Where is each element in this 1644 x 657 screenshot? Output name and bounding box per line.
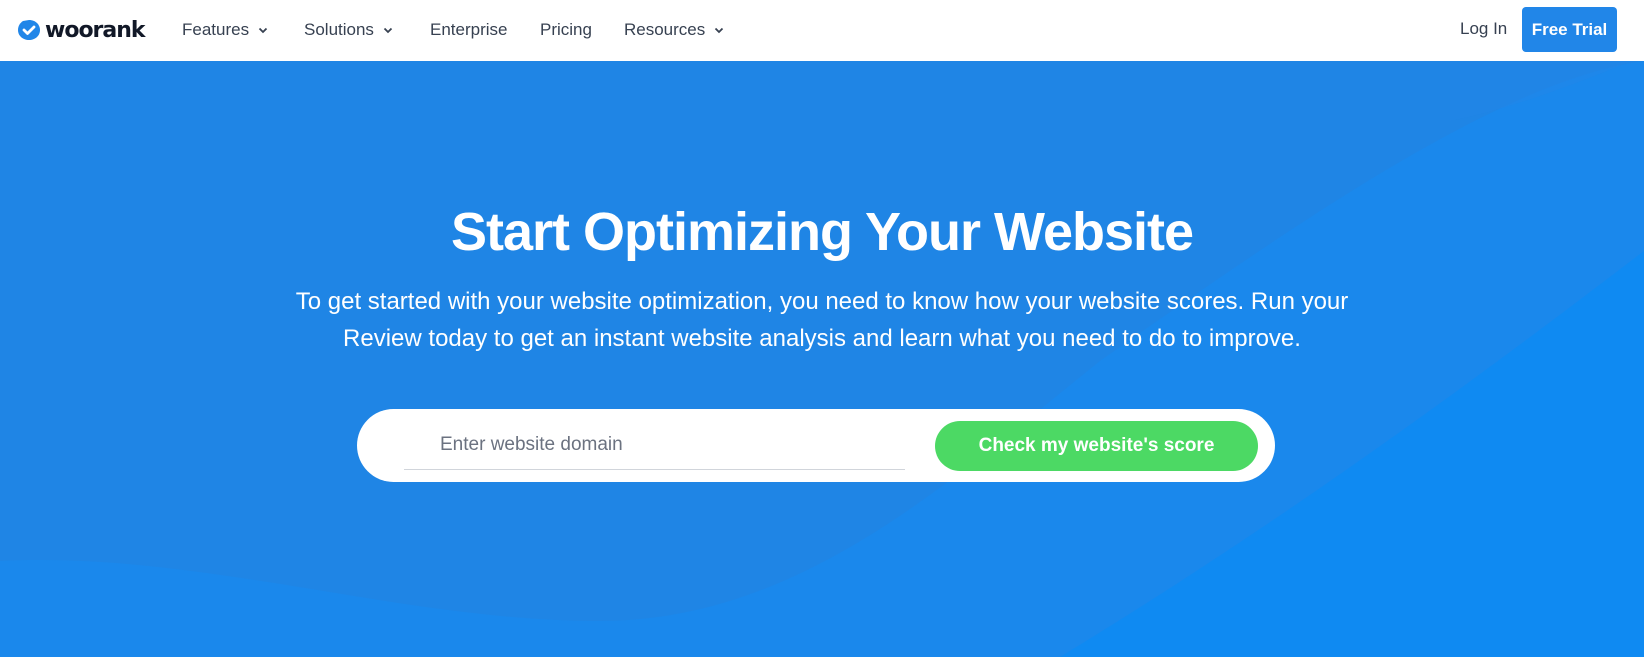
website-domain-input[interactable] (404, 421, 905, 470)
check-score-button[interactable]: Check my website's score (935, 421, 1258, 471)
hero-section: Start Optimizing Your Website To get sta… (0, 61, 1644, 657)
website-check-form: Check my website's score (357, 409, 1275, 482)
login-link[interactable]: Log In (1460, 19, 1507, 39)
hero-headline: Start Optimizing Your Website (450, 202, 1194, 262)
check-badge-icon (18, 20, 40, 40)
nav-item-label: Features (182, 20, 250, 39)
nav-item-label: Pricing (540, 20, 592, 39)
chevron-down-icon (715, 27, 724, 34)
free-trial-button[interactable]: Free Trial (1522, 7, 1617, 52)
nav-item-features[interactable]: Features (182, 18, 268, 42)
hero-subtext-line-2: Review today to get an instant website a… (343, 325, 1301, 352)
nav-item-enterprise[interactable]: Enterprise (430, 18, 507, 42)
nav-item-resources[interactable]: Resources (624, 18, 724, 42)
nav-item-pricing[interactable]: Pricing (540, 18, 592, 42)
nav-item-label: Resources (624, 20, 706, 39)
chevron-down-icon (258, 27, 268, 34)
nav-item-solutions[interactable]: Solutions (304, 18, 393, 42)
hero-subtext: To get started with your website optimiz… (250, 283, 1394, 357)
chevron-down-icon (383, 27, 393, 34)
logo-text: woorank (45, 17, 146, 43)
nav-item-label: Enterprise (430, 20, 508, 39)
hero-background-shapes (0, 61, 1644, 657)
top-navbar: woorank Features Solutions Enterprise Pr… (0, 0, 1644, 61)
woorank-logo[interactable]: woorank (17, 17, 146, 43)
nav-item-label: Solutions (304, 20, 374, 39)
hero-subtext-line-1: To get started with your website optimiz… (295, 288, 1349, 315)
